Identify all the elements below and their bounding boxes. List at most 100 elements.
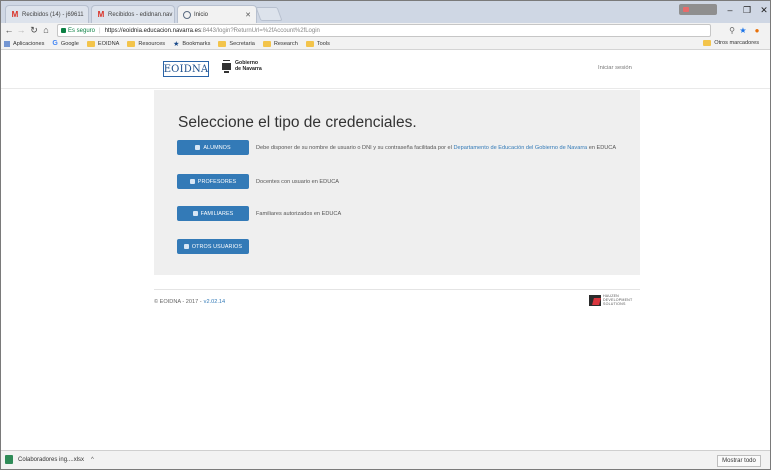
gmail-icon: M (11, 10, 19, 19)
user-icon (195, 145, 201, 150)
close-tab-icon[interactable]: ✕ (172, 11, 174, 19)
tab-gmail-inbox-1[interactable]: M Recibidos (14) - j69611 ✕ (5, 5, 89, 23)
hauzen-logo-text: HAUZEN DEVELOPMENT SOLUTIONS (603, 294, 632, 307)
tab-title: Recibidos - edidnan.nav (108, 11, 173, 18)
bookmark-folder-eoidna[interactable]: EOIDNA (86, 40, 120, 47)
bookmark-label: Resources (138, 40, 166, 47)
credential-row-alumnos: ALUMNOS Debe disponer de su nombre de us… (177, 140, 616, 155)
button-label: FAMILIARES (200, 210, 234, 217)
user-icon (183, 244, 189, 249)
url-path: :8443/login?ReturnUrl=%2fAccount%2fLogin (200, 27, 320, 34)
downloads-bar: Colaboradores ing....xlsx ^ Mostrar todo (1, 450, 770, 469)
lock-icon (61, 28, 66, 33)
tab-title: Inicio (194, 11, 209, 18)
brand-line: SOLUTIONS (603, 301, 626, 306)
familiares-button[interactable]: FAMILIARES (177, 206, 249, 221)
login-link[interactable]: Iniciar sesión (598, 65, 632, 71)
footer-copyright: © EOIDNA - 2017 - v2.02.14 (154, 299, 225, 305)
zoom-icon[interactable]: ⚲ (727, 25, 737, 36)
user-icon (192, 211, 198, 216)
globe-icon (183, 10, 191, 19)
folder-icon (262, 40, 271, 47)
description-text: Debe disponer de su nombre de usuario o … (256, 144, 454, 151)
hauzen-logo[interactable]: HAUZEN DEVELOPMENT SOLUTIONS (589, 294, 632, 307)
tab-gmail-inbox-2[interactable]: M Recibidos - edidnan.nav ✕ (91, 5, 175, 23)
version-link[interactable]: v2.02.14 (204, 299, 225, 305)
bookmark-label: Otros marcadores (714, 40, 759, 46)
show-all-button[interactable]: Mostrar todo (717, 455, 761, 467)
download-item[interactable]: Colaboradores ing....xlsx ^ (5, 455, 94, 464)
extension-icon[interactable]: ● (752, 25, 762, 36)
credential-row-familiares: FAMILIARES Familiares autorizados en EDU… (177, 206, 341, 221)
close-tab-icon[interactable]: ✕ (84, 11, 89, 19)
page-title: Seleccione el tipo de credenciales. (178, 114, 417, 131)
bookmark-label: EOIDNA (97, 40, 120, 47)
button-label: PROFESORES (197, 178, 237, 185)
bookmark-label: Secretaria (229, 40, 255, 47)
back-icon[interactable]: ← (4, 25, 14, 36)
folder-icon (305, 40, 314, 47)
description-text: en EDUCA (587, 144, 617, 151)
button-label: ALUMNOS (203, 144, 231, 151)
credential-description: Debe disponer de su nombre de usuario o … (256, 145, 616, 151)
forward-icon[interactable]: → (16, 25, 26, 36)
security-label: Es seguro (68, 27, 96, 34)
bookmark-folder-research[interactable]: Research (262, 40, 298, 47)
gmail-icon: M (97, 10, 105, 19)
google-icon: G (52, 40, 58, 47)
omnibox-separator: | (99, 27, 101, 34)
folder-icon (218, 40, 227, 47)
folder-icon (127, 40, 136, 47)
credential-description: Familiares autorizados en EDUCA (256, 210, 342, 217)
chevron-up-icon[interactable]: ^ (91, 457, 94, 463)
gobierno-navarra-logo: Gobierno de Navarra (221, 59, 262, 74)
otros-usuarios-button[interactable]: OTROS USUARIOS (177, 239, 249, 254)
credential-description: Docentes con usuario en EDUCA (256, 178, 340, 185)
credential-row-otros: OTROS USUARIOS (177, 239, 249, 254)
bookmark-folder-resources[interactable]: Resources (127, 40, 166, 47)
browser-window: M Recibidos (14) - j69611 ✕ M Recibidos … (0, 0, 771, 470)
footer-divider (154, 289, 640, 290)
bookmark-label: Aplicaciones (13, 40, 45, 47)
reload-icon[interactable]: ↻ (29, 25, 39, 36)
home-icon[interactable]: ⌂ (41, 25, 51, 36)
apps-grid-icon (4, 40, 10, 47)
restore-icon[interactable]: ❐ (739, 4, 755, 16)
bookmark-label: Research (273, 40, 298, 47)
copyright-text: © EOIDNA - 2017 - (154, 299, 202, 305)
site-header: EOIDNA Gobierno de Navarra Iniciar sesió… (1, 51, 770, 89)
bookmark-label: Tools (316, 40, 330, 47)
profesores-button[interactable]: PROFESORES (177, 174, 249, 189)
page-body: Seleccione el tipo de credenciales. ALUM… (1, 90, 770, 450)
gov-line2: de Navarra (235, 65, 262, 72)
educacion-link[interactable]: Departamento de Educación del Gobierno d… (453, 145, 587, 151)
tab-title: Recibidos (14) - j69611 (22, 11, 84, 18)
minimize-icon[interactable]: – (722, 4, 738, 16)
alumnos-button[interactable]: ALUMNOS (177, 140, 249, 155)
folder-icon (86, 40, 95, 47)
button-label: OTROS USUARIOS (191, 243, 243, 250)
bookmark-apps[interactable]: Aplicaciones (4, 40, 45, 47)
folder-icon (703, 40, 712, 46)
eoidna-logo[interactable]: EOIDNA (163, 61, 209, 77)
new-tab-button[interactable] (255, 7, 283, 21)
browser-toolbar: ← → ↻ ⌂ Es seguro | https://eoidnia.educ… (1, 23, 770, 38)
address-bar[interactable]: Es seguro | https://eoidnia.educacion.na… (57, 24, 711, 37)
hauzen-mark-icon (589, 295, 601, 307)
bookmark-google[interactable]: G Google (52, 40, 79, 47)
close-tab-icon[interactable]: ✕ (241, 11, 251, 19)
bookmark-folder-secretaria[interactable]: Secretaria (218, 40, 255, 47)
close-window-icon[interactable]: ✕ (756, 4, 770, 16)
credentials-panel: Seleccione el tipo de credenciales. ALUM… (154, 90, 640, 275)
bookmark-bookmarks[interactable]: ★ Bookmarks (173, 40, 210, 48)
bookmarks-bar: Aplicaciones G Google EOIDNA Resources ★… (1, 38, 770, 50)
star-icon: ★ (173, 40, 180, 48)
profile-button[interactable] (679, 4, 717, 15)
url-host: https://eoidnia.educacion.navarra.es (104, 27, 201, 34)
bookmark-other[interactable]: Otros marcadores (703, 40, 759, 46)
bookmark-folder-tools[interactable]: Tools (305, 40, 330, 47)
tab-inicio[interactable]: Inicio ✕ (177, 5, 257, 23)
bookmark-star-icon[interactable]: ★ (738, 25, 748, 36)
credential-row-profesores: PROFESORES Docentes con usuario en EDUCA (177, 174, 339, 189)
tab-strip: M Recibidos (14) - j69611 ✕ M Recibidos … (1, 1, 770, 23)
